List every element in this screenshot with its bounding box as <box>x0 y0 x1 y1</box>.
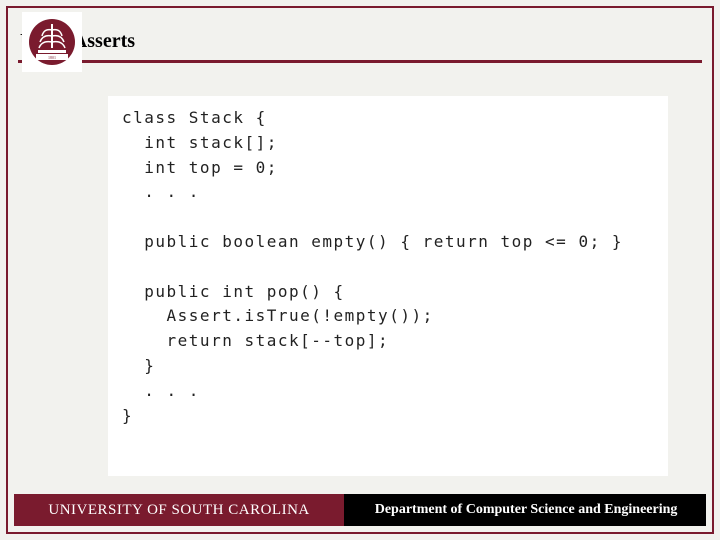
slide-frame: 1801 Using Asserts class Stack { int sta… <box>6 6 714 534</box>
title-underline <box>18 60 702 63</box>
usc-logo: 1801 <box>22 12 82 72</box>
tree-icon: 1801 <box>28 18 76 66</box>
footer: UNIVERSITY OF SOUTH CAROLINA Department … <box>14 494 706 526</box>
footer-university: UNIVERSITY OF SOUTH CAROLINA <box>14 494 346 526</box>
footer-department: Department of Computer Science and Engin… <box>346 494 706 526</box>
svg-text:1801: 1801 <box>48 55 56 60</box>
code-block: class Stack { int stack[]; int top = 0; … <box>108 96 668 476</box>
